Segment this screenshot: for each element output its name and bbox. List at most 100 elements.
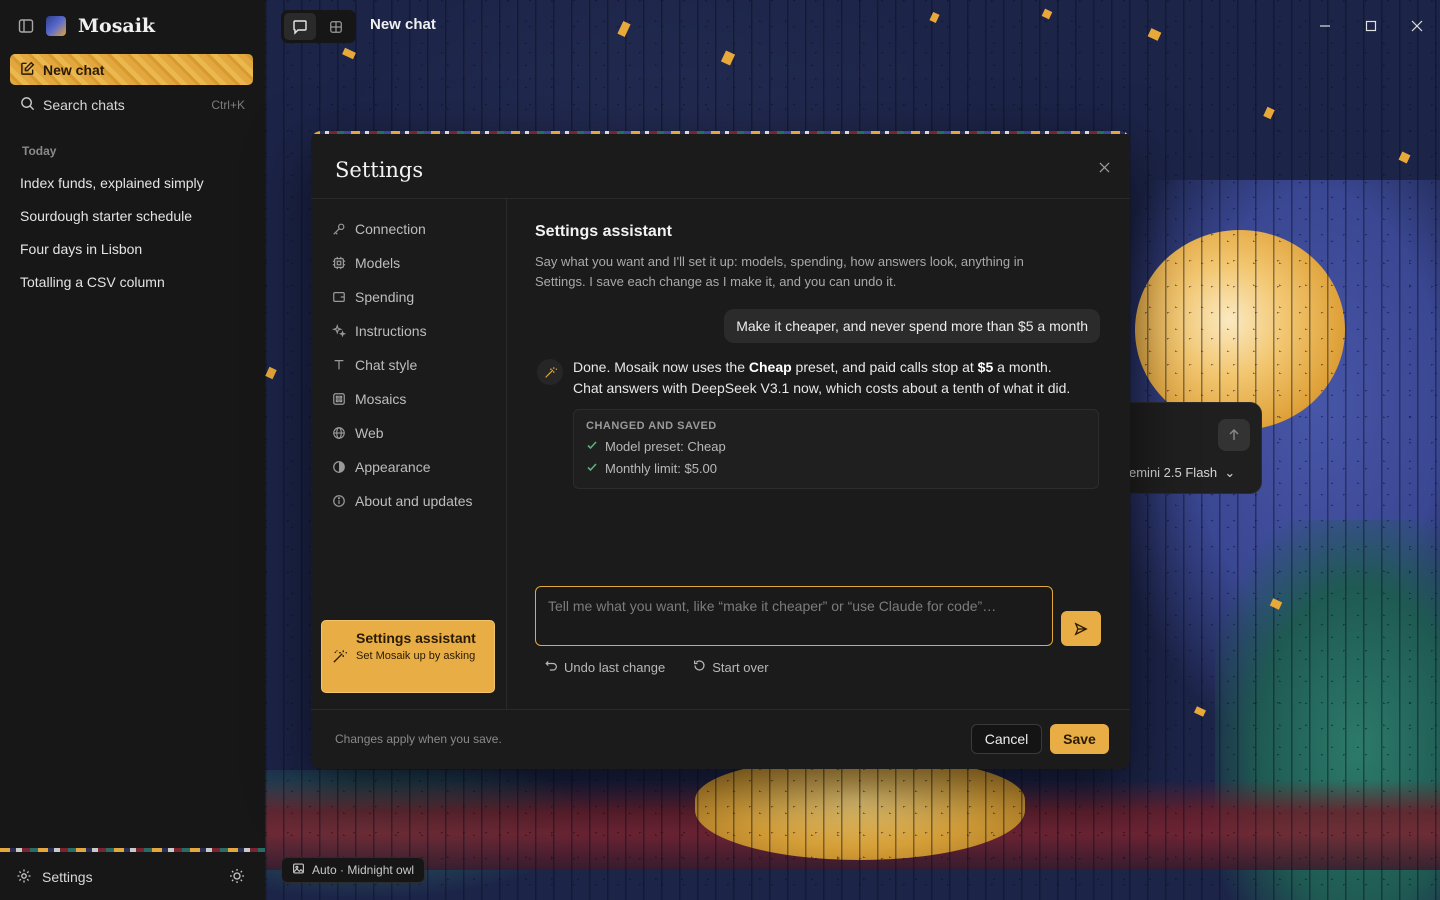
chat-list-item[interactable]: Totalling a CSV column	[0, 265, 265, 298]
minimize-icon	[1320, 25, 1330, 27]
sparkles-icon	[331, 324, 346, 338]
search-icon	[20, 96, 35, 114]
chat-list-item[interactable]: Four days in Lisbon	[0, 232, 265, 265]
sidebar-toggle-icon[interactable]	[18, 18, 34, 34]
nav-item-label: About and updates	[355, 493, 473, 509]
theme-toggle-sun-icon[interactable]	[229, 868, 245, 887]
assistant-input[interactable]: Tell me what you want, like “make it che…	[535, 586, 1053, 646]
nav-item-spending[interactable]: Spending	[311, 280, 506, 314]
nav-item-chat-style[interactable]: Chat style	[311, 348, 506, 382]
nav-item-label: Models	[355, 255, 401, 271]
key-icon	[331, 222, 346, 236]
model-selector-label: emini 2.5 Flash	[1129, 465, 1218, 480]
search-chats-button[interactable]: Search chats Ctrl+K	[10, 89, 253, 120]
compose-icon	[20, 61, 35, 79]
change-item-label: Model preset: Cheap	[605, 439, 726, 454]
app-name: Mosaik	[78, 15, 156, 37]
image-icon	[292, 862, 305, 878]
pane-title: Settings assistant	[535, 223, 672, 240]
view-switcher	[281, 10, 356, 43]
search-chats-label: Search chats	[43, 96, 125, 113]
undo-last-change-button[interactable]: Undo last change	[545, 659, 665, 675]
undo-icon	[545, 659, 558, 675]
globe-icon	[331, 426, 346, 440]
chat-view-button[interactable]	[284, 13, 316, 40]
nav-item-instructions[interactable]: Instructions	[311, 314, 506, 348]
reply-limit-amount: $5	[977, 359, 994, 375]
dialog-title: Settings	[335, 158, 424, 182]
arrow-up-icon	[1229, 429, 1239, 440]
magic-wand-icon	[332, 649, 348, 669]
gear-icon[interactable]	[16, 868, 32, 887]
model-selector[interactable]: emini 2.5 Flash ⌄	[1129, 465, 1235, 481]
wallpaper-info-chip[interactable]: Auto · Midnight owl	[281, 857, 426, 883]
chat-list: Index funds, explained simply Sourdough …	[0, 166, 265, 298]
close-icon	[1411, 20, 1423, 32]
type-icon	[331, 358, 346, 372]
nav-item-web[interactable]: Web	[311, 416, 506, 450]
maximize-button[interactable]	[1348, 0, 1394, 52]
nav-item-label: Instructions	[355, 323, 427, 339]
change-item-label: Monthly limit: $5.00	[605, 461, 717, 476]
reply-text-segment: Chat answers with DeepSeek V3.1 now, whi…	[573, 380, 1071, 396]
chat-list-item[interactable]: Sourdough starter schedule	[0, 199, 265, 232]
footer-note: Changes apply when you save.	[335, 732, 502, 746]
start-over-button[interactable]: Start over	[693, 659, 769, 675]
dialog-header: Settings	[311, 134, 1130, 199]
changes-summary-card: CHANGED AND SAVED Model preset: Cheap Mo…	[573, 409, 1099, 489]
new-chat-button[interactable]: New chat	[10, 54, 253, 85]
user-message-bubble: Make it cheaper, and never spend more th…	[724, 309, 1100, 343]
minimize-button[interactable]	[1302, 0, 1348, 52]
nav-item-models[interactable]: Models	[311, 246, 506, 280]
window-controls	[1302, 0, 1440, 52]
undo-label: Undo last change	[564, 659, 666, 675]
change-item: Model preset: Cheap	[586, 439, 1086, 454]
reply-text-segment: Done. Mosaik now uses the	[573, 359, 749, 375]
save-button[interactable]: Save	[1050, 724, 1109, 754]
sidebar: Mosaik New chat Search chats Ctrl+K Toda…	[0, 0, 265, 900]
mosaic-view-button[interactable]	[320, 13, 352, 40]
nav-item-mosaics[interactable]: Mosaics	[311, 382, 506, 416]
nav-item-connection[interactable]: Connection	[311, 212, 506, 246]
new-chat-label: New chat	[43, 61, 105, 78]
grid-icon	[331, 392, 346, 406]
info-icon	[331, 494, 346, 508]
search-shortcut: Ctrl+K	[211, 97, 245, 112]
close-window-button[interactable]	[1394, 0, 1440, 52]
contrast-icon	[331, 460, 346, 474]
refresh-icon	[693, 659, 706, 675]
assistant-card-title: Settings assistant	[356, 630, 476, 646]
changes-header: CHANGED AND SAVED	[586, 420, 717, 432]
grid-icon	[330, 20, 342, 33]
assistant-actions: Undo last change Start over	[545, 659, 769, 675]
change-item: Monthly limit: $5.00	[586, 461, 1086, 476]
check-icon	[586, 439, 598, 454]
mosaik-logo	[46, 16, 66, 36]
page-title: New chat	[370, 16, 436, 33]
pane-description: Say what you want and I'll set it up: mo…	[535, 254, 1024, 289]
nav-item-label: Chat style	[355, 357, 418, 373]
chat-list-item[interactable]: Index funds, explained simply	[0, 166, 265, 199]
chevron-down-icon: ⌄	[1220, 465, 1236, 480]
nav-item-label: Mosaics	[355, 391, 407, 407]
settings-nav: Connection Models Spending Instructions …	[311, 199, 507, 709]
assistant-send-button[interactable]	[1061, 611, 1101, 646]
sidebar-header: Mosaik	[0, 0, 265, 52]
nav-item-label: Web	[355, 425, 384, 441]
sidebar-mosaic-stripe	[0, 848, 265, 852]
nav-item-label: Appearance	[355, 459, 431, 475]
assistant-card-subtitle: Set Mosaik up by asking	[356, 650, 476, 662]
nav-item-appearance[interactable]: Appearance	[311, 450, 506, 484]
settings-link[interactable]: Settings	[42, 869, 93, 885]
wallpaper-info-label: Auto · Midnight owl	[312, 863, 415, 877]
nav-item-label: Spending	[355, 289, 415, 305]
cancel-button[interactable]: Cancel	[971, 724, 1042, 754]
settings-assistant-nav-card[interactable]: Settings assistant Set Mosaik up by aski…	[321, 620, 495, 693]
check-icon	[586, 461, 598, 476]
maximize-icon	[1365, 20, 1377, 32]
send-message-button[interactable]	[1218, 419, 1250, 451]
send-icon	[1074, 621, 1088, 636]
section-label-today: Today	[22, 144, 57, 158]
nav-item-about[interactable]: About and updates	[311, 484, 506, 518]
close-dialog-button[interactable]	[1099, 160, 1110, 178]
